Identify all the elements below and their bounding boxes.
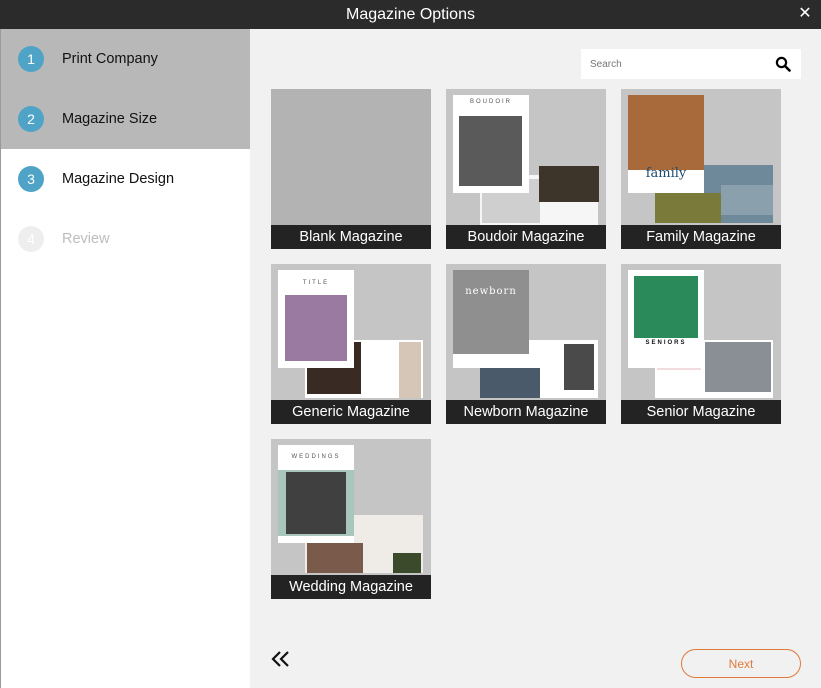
template-wedding-magazine[interactable]: WEDDINGS Wedding Magazine xyxy=(271,439,431,599)
thumbnail-cover-title: WEDDINGS xyxy=(291,454,341,460)
double-chevron-left-icon[interactable] xyxy=(270,649,292,669)
thumbnail-photo xyxy=(705,342,771,392)
template-label: Newborn Magazine xyxy=(446,400,606,424)
step-label: Magazine Size xyxy=(62,111,158,127)
thumbnail-photo xyxy=(655,193,721,223)
search-icon[interactable] xyxy=(775,56,791,72)
template-newborn-magazine[interactable]: newborn Newborn Magazine xyxy=(446,264,606,424)
wizard-sidebar: 1 Print Company 2 Magazine Size 3 Magazi… xyxy=(0,29,250,688)
thumbnail-cover-title: newborn xyxy=(465,286,517,297)
template-label: Family Magazine xyxy=(621,225,781,249)
thumbnail-photo xyxy=(399,342,421,398)
thumbnail-cover-title: family xyxy=(645,166,687,181)
step-label: Magazine Design xyxy=(62,171,175,187)
thumbnail-photo xyxy=(721,185,773,215)
thumbnail-cover-title: SENIORS xyxy=(645,340,687,346)
template-generic-magazine[interactable]: TITLE Generic Magazine xyxy=(271,264,431,424)
step-magazine-design[interactable]: 3 Magazine Design xyxy=(1,149,250,209)
thumbnail-photo xyxy=(539,166,599,202)
template-label: Senior Magazine xyxy=(621,400,781,424)
step-number-badge: 4 xyxy=(18,226,44,252)
template-label: Wedding Magazine xyxy=(271,575,431,599)
window-title: Magazine Options xyxy=(346,5,475,23)
next-button[interactable]: Next xyxy=(681,649,801,678)
close-icon[interactable]: ✕ xyxy=(795,4,815,24)
step-number-badge: 1 xyxy=(18,46,44,72)
step-label: Print Company xyxy=(62,51,158,67)
template-label: Boudoir Magazine xyxy=(446,225,606,249)
thumbnail-photo xyxy=(564,344,594,390)
thumbnail-photo xyxy=(480,368,540,398)
thumbnail-photo xyxy=(459,116,522,186)
template-label: Blank Magazine xyxy=(271,225,431,249)
step-label: Review xyxy=(62,231,110,247)
thumbnail-cover-title: TITLE xyxy=(302,280,330,286)
template-boudoir-magazine[interactable]: BOUDOIR Boudoir Magazine xyxy=(446,89,606,249)
thumbnail-photo xyxy=(634,276,698,338)
thumbnail-photo xyxy=(307,543,363,573)
thumbnail-photo xyxy=(393,553,421,573)
thumbnail-photo xyxy=(628,95,704,170)
step-review: 4 Review xyxy=(1,209,250,269)
window-titlebar: Magazine Options ✕ xyxy=(0,0,821,29)
template-senior-magazine[interactable]: SENIORS Senior Magazine xyxy=(621,264,781,424)
thumbnail-photo xyxy=(453,270,529,354)
step-print-company[interactable]: 1 Print Company xyxy=(1,29,250,89)
design-picker: Blank Magazine BOUDOIR Boudoir Magazine … xyxy=(250,29,821,688)
template-family-magazine[interactable]: family Family Magazine xyxy=(621,89,781,249)
thumbnail-photo xyxy=(286,472,346,534)
template-blank-magazine[interactable]: Blank Magazine xyxy=(271,89,431,249)
template-label: Generic Magazine xyxy=(271,400,431,424)
thumbnail-photo xyxy=(285,295,347,361)
step-number-badge: 2 xyxy=(18,106,44,132)
search-input[interactable] xyxy=(581,58,761,70)
search-box[interactable] xyxy=(581,49,801,79)
thumbnail-cover-title: BOUDOIR xyxy=(469,99,512,105)
step-magazine-size[interactable]: 2 Magazine Size xyxy=(1,89,250,149)
step-number-badge: 3 xyxy=(18,166,44,192)
